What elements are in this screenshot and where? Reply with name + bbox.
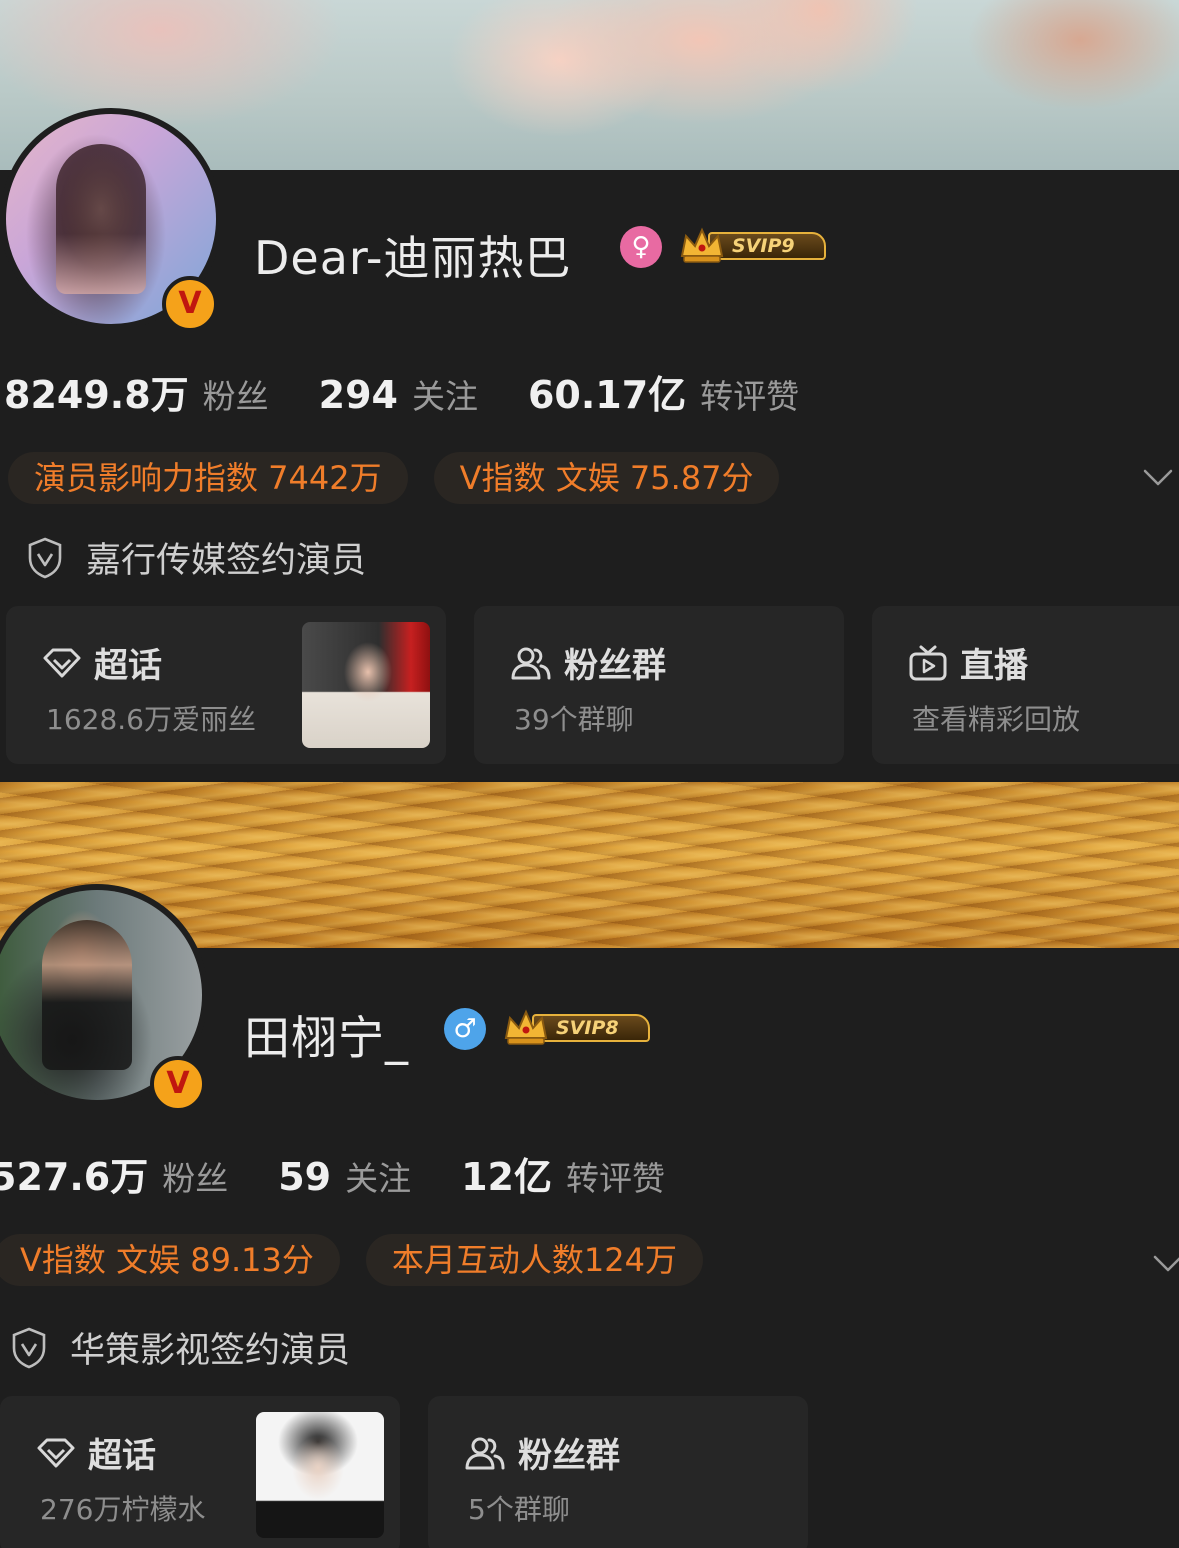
profile-tags: 演员影响力指数 7442万 V指数 文娱 75.87分 <box>8 452 780 504</box>
fan-group-subtitle: 5个群聊 <box>468 1493 570 1526</box>
profile-header-dilireba: V Dear-迪丽热巴 ♀ SVIP9 8249.8万 粉丝 294 关注 60… <box>0 0 1179 780</box>
profile-tags: V指数 文娱 89.13分 本月互动人数124万 <box>0 1234 703 1286</box>
super-topic-subtitle: 276万柠檬水 <box>40 1493 206 1526</box>
super-topic-thumbnail <box>256 1412 384 1538</box>
male-icon: ♂ <box>444 1008 486 1050</box>
fan-group-subtitle: 39个群聊 <box>514 703 634 736</box>
certification-text: 嘉行传媒签约演员 <box>86 541 367 581</box>
profile-header-tianxuning: V 田栩宁_ ♂ SVIP8 527.6万 粉丝 59 关注 12亿 转评赞 V… <box>0 782 1179 1548</box>
v-index-tag[interactable]: V指数 文娱 75.87分 <box>433 452 780 504</box>
followers-count[interactable]: 8249.8万 <box>4 364 189 419</box>
profile-stats: 8249.8万 粉丝 294 关注 60.17亿 转评赞 <box>4 364 849 419</box>
following-label[interactable]: 关注 <box>412 370 478 418</box>
super-topic-title: 超话 <box>88 1436 156 1476</box>
shield-v-icon <box>12 1327 46 1368</box>
chevron-down-icon[interactable] <box>1141 460 1175 494</box>
super-topic-icon <box>43 648 81 677</box>
super-topic-card[interactable]: 超话 276万柠檬水 <box>0 1396 400 1548</box>
live-title: 直播 <box>960 646 1028 686</box>
fan-group-card[interactable]: 粉丝群 39个群聊 <box>474 606 844 764</box>
v-index-tag[interactable]: V指数 文娱 89.13分 <box>0 1234 340 1286</box>
followers-count[interactable]: 527.6万 <box>0 1146 148 1201</box>
profile-stats: 527.6万 粉丝 59 关注 12亿 转评赞 <box>0 1146 715 1201</box>
following-count[interactable]: 59 <box>278 1155 331 1199</box>
following-count[interactable]: 294 <box>319 373 398 417</box>
followers-label[interactable]: 粉丝 <box>203 370 269 418</box>
certification-text: 华策影视签约演员 <box>70 1331 351 1371</box>
followers-label[interactable]: 粉丝 <box>162 1152 228 1200</box>
crown-icon <box>680 227 724 263</box>
engagement-count: 60.17亿 <box>527 373 687 417</box>
fan-group-icon <box>465 1437 505 1469</box>
certification: 华策影视签约演员 <box>10 1322 350 1373</box>
svip-badge[interactable]: SVIP8 <box>502 1008 652 1048</box>
super-topic-thumbnail <box>302 622 430 748</box>
fan-group-title: 粉丝群 <box>564 646 666 686</box>
certification: 嘉行传媒签约演员 <box>26 532 366 583</box>
super-topic-card[interactable]: 超话 1628.6万爱丽丝 <box>6 606 446 764</box>
monthly-interaction-tag[interactable]: 本月互动人数124万 <box>365 1234 703 1286</box>
shield-v-icon <box>28 537 62 578</box>
fan-group-icon <box>511 647 551 679</box>
crown-icon <box>504 1009 548 1045</box>
profile-name: Dear-迪丽热巴 <box>254 231 572 285</box>
feature-cards: 超话 1628.6万爱丽丝 粉丝群 39个群聊 直播 查看精彩回放 <box>6 606 1179 764</box>
profile-name: 田栩宁_ <box>244 1011 409 1065</box>
engagement-label: 转评赞 <box>565 1159 665 1198</box>
following-label[interactable]: 关注 <box>345 1152 411 1200</box>
super-topic-icon <box>37 1438 75 1467</box>
engagement-count: 12亿 <box>461 1155 552 1199</box>
engagement-label: 转评赞 <box>700 377 800 416</box>
super-topic-subtitle: 1628.6万爱丽丝 <box>46 703 256 736</box>
female-icon: ♀ <box>620 226 662 268</box>
influence-index-tag[interactable]: 演员影响力指数 7442万 <box>8 452 408 504</box>
super-topic-title: 超话 <box>94 646 162 686</box>
fan-group-card[interactable]: 粉丝群 5个群聊 <box>428 1396 808 1548</box>
verified-v-icon: V <box>162 276 218 332</box>
live-subtitle: 查看精彩回放 <box>912 703 1081 736</box>
verified-v-icon: V <box>150 1056 206 1112</box>
fan-group-title: 粉丝群 <box>518 1436 620 1476</box>
live-tv-icon <box>909 645 947 680</box>
feature-cards: 超话 276万柠檬水 粉丝群 5个群聊 <box>0 1396 836 1548</box>
live-card[interactable]: 直播 查看精彩回放 <box>872 606 1179 764</box>
svip-badge[interactable]: SVIP9 <box>678 226 828 266</box>
chevron-down-icon[interactable] <box>1151 1246 1179 1280</box>
